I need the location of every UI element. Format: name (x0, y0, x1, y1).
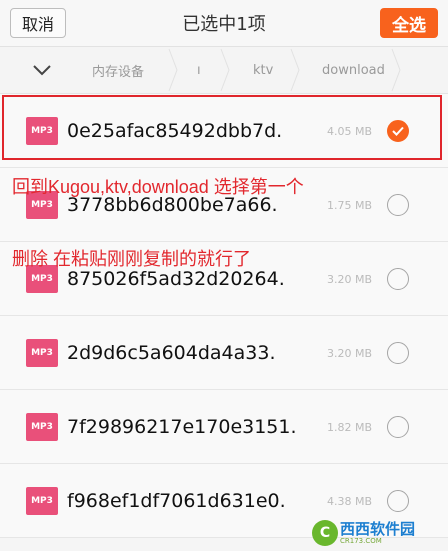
checkbox-icon[interactable] (387, 490, 409, 512)
file-name: 2d9d6c5a604da4a33. (67, 342, 276, 364)
select-all-button[interactable]: 全选 (380, 8, 438, 38)
watermark-site: CR173.COM (340, 536, 382, 545)
checkbox-icon[interactable] (387, 268, 409, 290)
annotation-text: 删除 在粘贴刚刚复制的就行了 (12, 249, 251, 269)
cancel-button[interactable]: 取消 (10, 8, 66, 38)
breadcrumb: 内存设备 ı ktv download (0, 47, 448, 94)
breadcrumb-item-memory[interactable]: 内存设备 (92, 47, 144, 93)
breadcrumb-item-ktv[interactable]: ktv (253, 47, 273, 93)
file-size: 3.20 MB (327, 346, 373, 360)
checkbox-icon[interactable] (387, 342, 409, 364)
chevron-down-icon[interactable] (31, 59, 53, 81)
chevron-right-icon (290, 48, 300, 92)
checkbox-icon[interactable] (387, 416, 409, 438)
file-row[interactable]: MP3 2d9d6c5a604da4a33. 3.20 MB (0, 316, 448, 390)
highlight-box (2, 95, 442, 160)
file-size: 3.20 MB (327, 272, 373, 286)
checkbox-icon[interactable] (387, 194, 409, 216)
chevron-right-icon (391, 48, 401, 92)
annotation-text: 回到Kugou,ktv,download 选择第一个 (12, 177, 304, 197)
breadcrumb-item-kugou[interactable]: ı (197, 47, 201, 93)
chevron-right-icon (168, 48, 178, 92)
file-name: f968ef1df7061d631e0. (67, 490, 286, 512)
file-size: 1.75 MB (327, 198, 373, 212)
watermark-logo: C 西西软件园 CR173.COM (312, 518, 415, 548)
file-size: 1.82 MB (327, 420, 373, 434)
logo-icon: C (312, 520, 338, 546)
mp3-file-icon: MP3 (26, 413, 58, 441)
file-name: 7f29896217e170e3151. (67, 416, 297, 438)
watermark-name: 西西软件园 (340, 519, 416, 538)
chevron-right-icon (220, 48, 230, 92)
top-bar: 已选中1项 取消 全选 (0, 0, 448, 47)
mp3-file-icon: MP3 (26, 339, 58, 367)
mp3-file-icon: MP3 (26, 487, 58, 515)
file-row[interactable]: MP3 7f29896217e170e3151. 1.82 MB (0, 390, 448, 464)
breadcrumb-item-download[interactable]: download (322, 47, 385, 93)
